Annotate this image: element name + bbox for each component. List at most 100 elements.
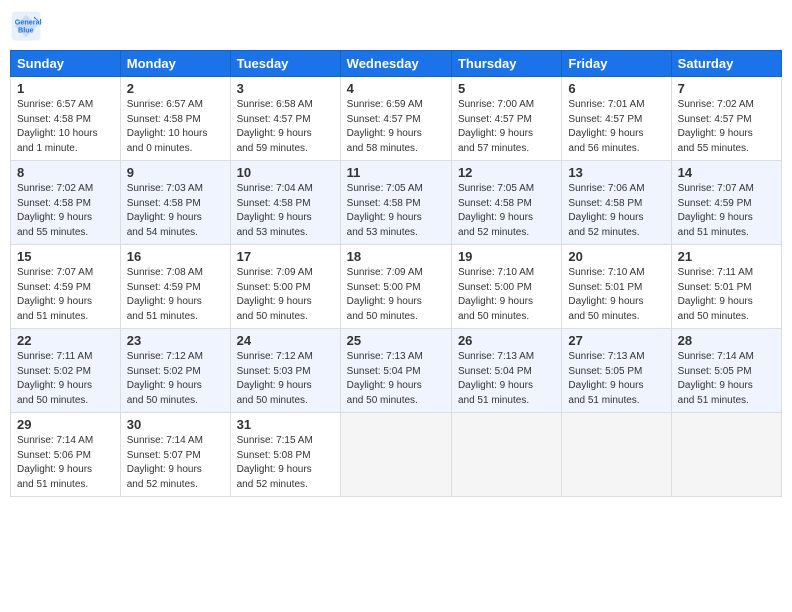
calendar-cell (451, 413, 561, 497)
day-info: Sunrise: 7:07 AM Sunset: 4:59 PM Dayligh… (678, 182, 775, 240)
calendar-cell: 4 Sunrise: 6:59 AM Sunset: 4:57 PM Daylig… (340, 77, 451, 161)
weekday-header-saturday: Saturday (671, 51, 781, 77)
week-row-5: 29 Sunrise: 7:14 AM Sunset: 5:06 PM Dayli… (11, 413, 782, 497)
day-number: 24 (237, 333, 334, 348)
day-number: 26 (458, 333, 555, 348)
week-row-1: 1 Sunrise: 6:57 AM Sunset: 4:58 PM Daylig… (11, 77, 782, 161)
calendar-cell: 23 Sunrise: 7:12 AM Sunset: 5:02 PM Dayli… (120, 329, 230, 413)
calendar-cell: 1 Sunrise: 6:57 AM Sunset: 4:58 PM Daylig… (11, 77, 121, 161)
day-info: Sunrise: 7:14 AM Sunset: 5:07 PM Dayligh… (127, 434, 224, 492)
day-info: Sunrise: 6:57 AM Sunset: 4:58 PM Dayligh… (127, 98, 224, 156)
day-info: Sunrise: 7:13 AM Sunset: 5:04 PM Dayligh… (458, 350, 555, 408)
week-row-3: 15Sunrise: 7:07 AM Sunset: 4:59 PM Dayli… (11, 245, 782, 329)
day-number: 6 (568, 81, 664, 96)
calendar-cell: 12 Sunrise: 7:05 AM Sunset: 4:58 PM Dayli… (451, 161, 561, 245)
day-info: Sunrise: 6:57 AM Sunset: 4:58 PM Dayligh… (17, 98, 114, 156)
day-info: Sunrise: 7:03 AM Sunset: 4:58 PM Dayligh… (127, 182, 224, 240)
calendar-cell (340, 413, 451, 497)
day-info: Sunrise: 7:15 AM Sunset: 5:08 PM Dayligh… (237, 434, 334, 492)
weekday-header-wednesday: Wednesday (340, 51, 451, 77)
day-number: 11 (347, 165, 445, 180)
day-number: 25 (347, 333, 445, 348)
calendar-cell: 24 Sunrise: 7:12 AM Sunset: 5:03 PM Dayli… (230, 329, 340, 413)
day-number: 27 (568, 333, 664, 348)
day-number: 15 (17, 249, 114, 264)
calendar-cell: 17 Sunrise: 7:09 AM Sunset: 5:00 PM Dayli… (230, 245, 340, 329)
day-info: Sunrise: 7:06 AM Sunset: 4:58 PM Dayligh… (568, 182, 664, 240)
calendar-cell: 29 Sunrise: 7:14 AM Sunset: 5:06 PM Dayli… (11, 413, 121, 497)
calendar-table: SundayMondayTuesdayWednesdayThursdayFrid… (10, 50, 782, 497)
day-number: 14 (678, 165, 775, 180)
day-info: Sunrise: 7:10 AM Sunset: 5:00 PM Dayligh… (458, 266, 555, 324)
day-number: 13 (568, 165, 664, 180)
day-info: Sunrise: 7:00 AM Sunset: 4:57 PM Dayligh… (458, 98, 555, 156)
day-info: Sunrise: 7:04 AM Sunset: 4:58 PM Dayligh… (237, 182, 334, 240)
week-row-2: 8 Sunrise: 7:02 AM Sunset: 4:58 PM Daylig… (11, 161, 782, 245)
calendar-cell: 26 Sunrise: 7:13 AM Sunset: 5:04 PM Dayli… (451, 329, 561, 413)
svg-text:Blue: Blue (18, 25, 34, 34)
calendar-cell: 21 Sunrise: 7:11 AM Sunset: 5:01 PM Dayli… (671, 245, 781, 329)
day-info: Sunrise: 7:14 AM Sunset: 5:06 PM Dayligh… (17, 434, 114, 492)
day-number: 23 (127, 333, 224, 348)
calendar-cell: 16Sunrise: 7:08 AM Sunset: 4:59 PM Dayli… (120, 245, 230, 329)
weekday-header-sunday: Sunday (11, 51, 121, 77)
calendar-cell: 13 Sunrise: 7:06 AM Sunset: 4:58 PM Dayli… (562, 161, 671, 245)
weekday-header-thursday: Thursday (451, 51, 561, 77)
calendar-cell: 28 Sunrise: 7:14 AM Sunset: 5:05 PM Dayli… (671, 329, 781, 413)
day-number: 19 (458, 249, 555, 264)
page-header: General Blue (10, 10, 782, 42)
day-number: 22 (17, 333, 114, 348)
calendar-cell (671, 413, 781, 497)
day-number: 8 (17, 165, 114, 180)
weekday-header-tuesday: Tuesday (230, 51, 340, 77)
calendar-cell: 15Sunrise: 7:07 AM Sunset: 4:59 PM Dayli… (11, 245, 121, 329)
day-number: 12 (458, 165, 555, 180)
day-info: Sunrise: 7:14 AM Sunset: 5:05 PM Dayligh… (678, 350, 775, 408)
calendar-cell: 5 Sunrise: 7:00 AM Sunset: 4:57 PM Daylig… (451, 77, 561, 161)
calendar-cell: 27Sunrise: 7:13 AM Sunset: 5:05 PM Dayli… (562, 329, 671, 413)
day-info: Sunrise: 6:59 AM Sunset: 4:57 PM Dayligh… (347, 98, 445, 156)
day-info: Sunrise: 7:05 AM Sunset: 4:58 PM Dayligh… (458, 182, 555, 240)
day-number: 7 (678, 81, 775, 96)
logo: General Blue (10, 10, 46, 42)
calendar-cell: 8 Sunrise: 7:02 AM Sunset: 4:58 PM Daylig… (11, 161, 121, 245)
day-info: Sunrise: 7:13 AM Sunset: 5:04 PM Dayligh… (347, 350, 445, 408)
day-info: Sunrise: 7:11 AM Sunset: 5:02 PM Dayligh… (17, 350, 114, 408)
calendar-cell: 10Sunrise: 7:04 AM Sunset: 4:58 PM Dayli… (230, 161, 340, 245)
day-info: Sunrise: 7:02 AM Sunset: 4:58 PM Dayligh… (17, 182, 114, 240)
day-number: 30 (127, 417, 224, 432)
calendar-cell: 31Sunrise: 7:15 AM Sunset: 5:08 PM Dayli… (230, 413, 340, 497)
day-info: Sunrise: 7:11 AM Sunset: 5:01 PM Dayligh… (678, 266, 775, 324)
day-number: 18 (347, 249, 445, 264)
day-info: Sunrise: 7:10 AM Sunset: 5:01 PM Dayligh… (568, 266, 664, 324)
weekday-header-row: SundayMondayTuesdayWednesdayThursdayFrid… (11, 51, 782, 77)
logo-icon: General Blue (10, 10, 42, 42)
day-info: Sunrise: 7:01 AM Sunset: 4:57 PM Dayligh… (568, 98, 664, 156)
day-number: 16 (127, 249, 224, 264)
day-number: 20 (568, 249, 664, 264)
day-number: 4 (347, 81, 445, 96)
day-number: 28 (678, 333, 775, 348)
day-info: Sunrise: 7:09 AM Sunset: 5:00 PM Dayligh… (237, 266, 334, 324)
calendar-cell: 22 Sunrise: 7:11 AM Sunset: 5:02 PM Dayli… (11, 329, 121, 413)
day-info: Sunrise: 6:58 AM Sunset: 4:57 PM Dayligh… (237, 98, 334, 156)
day-number: 3 (237, 81, 334, 96)
day-number: 1 (17, 81, 114, 96)
day-info: Sunrise: 7:09 AM Sunset: 5:00 PM Dayligh… (347, 266, 445, 324)
calendar-cell: 2 Sunrise: 6:57 AM Sunset: 4:58 PM Daylig… (120, 77, 230, 161)
day-number: 29 (17, 417, 114, 432)
week-row-4: 22 Sunrise: 7:11 AM Sunset: 5:02 PM Dayli… (11, 329, 782, 413)
day-info: Sunrise: 7:12 AM Sunset: 5:02 PM Dayligh… (127, 350, 224, 408)
day-number: 21 (678, 249, 775, 264)
calendar-cell: 6 Sunrise: 7:01 AM Sunset: 4:57 PM Daylig… (562, 77, 671, 161)
calendar-cell: 7Sunrise: 7:02 AM Sunset: 4:57 PM Daylig… (671, 77, 781, 161)
calendar-cell: 19 Sunrise: 7:10 AM Sunset: 5:00 PM Dayli… (451, 245, 561, 329)
day-number: 5 (458, 81, 555, 96)
calendar-cell: 18 Sunrise: 7:09 AM Sunset: 5:00 PM Dayli… (340, 245, 451, 329)
day-number: 9 (127, 165, 224, 180)
calendar-cell: 9 Sunrise: 7:03 AM Sunset: 4:58 PM Daylig… (120, 161, 230, 245)
calendar-cell: 30 Sunrise: 7:14 AM Sunset: 5:07 PM Dayli… (120, 413, 230, 497)
day-info: Sunrise: 7:12 AM Sunset: 5:03 PM Dayligh… (237, 350, 334, 408)
day-number: 17 (237, 249, 334, 264)
day-number: 2 (127, 81, 224, 96)
